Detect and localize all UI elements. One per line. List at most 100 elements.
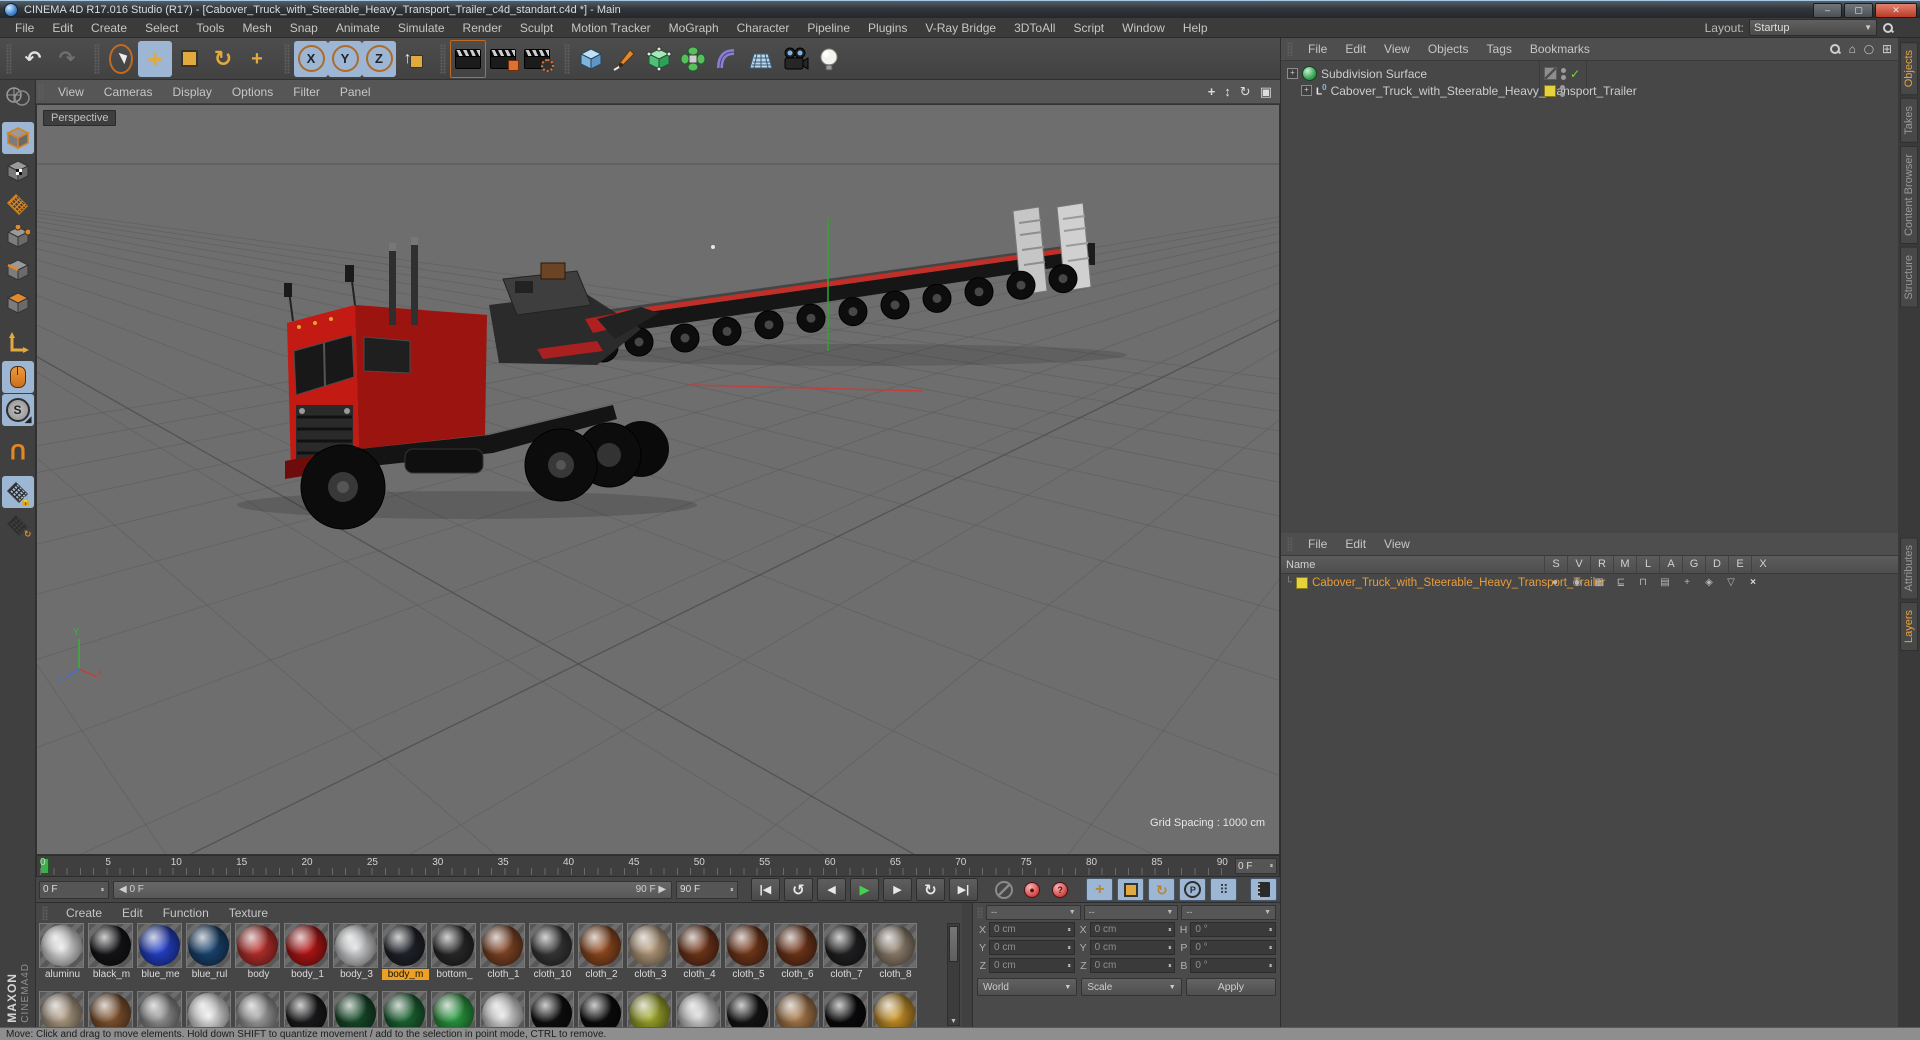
rotation-p-field[interactable]: 0 ° ▲ ▼ <box>1190 940 1277 955</box>
menu-item-plugins[interactable]: Plugins <box>859 19 916 37</box>
render-picture-viewer-icon[interactable] <box>486 41 520 77</box>
menu-item-help[interactable]: Help <box>1174 19 1217 37</box>
record-parameter-icon[interactable]: P <box>1179 878 1207 901</box>
coord-header-2[interactable]: -- ▼ <box>1083 904 1179 920</box>
minimize-button[interactable]: – <box>1813 3 1842 18</box>
enable-axis-mode-icon[interactable] <box>2 328 34 360</box>
material-row2-10[interactable] <box>529 991 576 1028</box>
material-row2-2[interactable] <box>137 991 184 1028</box>
layer-lock-icon[interactable]: ⊓ <box>1632 574 1654 591</box>
next-key-icon[interactable]: ↻ <box>915 878 945 901</box>
record-position-icon[interactable]: + <box>1086 878 1114 901</box>
record-scale-icon[interactable] <box>1117 878 1145 901</box>
play-icon[interactable]: ▶ <box>849 878 879 901</box>
vp-menu-item-cameras[interactable]: Cameras <box>94 83 163 101</box>
position-x-field[interactable]: 0 cm ▲ ▼ <box>989 922 1075 937</box>
material-row2-7[interactable] <box>382 991 429 1028</box>
workplane-mode-icon[interactable] <box>2 188 34 220</box>
layer-expressions-icon[interactable]: ▽ <box>1720 574 1742 591</box>
material-body-1[interactable]: body_1 <box>284 923 331 989</box>
tab-objects[interactable]: Objects <box>1899 42 1919 96</box>
move-tool-icon[interactable]: + <box>138 40 172 77</box>
layer-row[interactable]: └ Cabover_Truck_with_Steerable_Heavy_Tra… <box>1281 574 1898 591</box>
tab-takes[interactable]: Takes <box>1899 98 1919 144</box>
material-cloth-3[interactable]: cloth_3 <box>627 923 674 989</box>
render-tick-icon[interactable] <box>1544 67 1557 80</box>
menu-item-file[interactable]: File <box>6 19 43 37</box>
viewport-rotate-icon[interactable]: ↻ <box>1240 85 1251 98</box>
menu-item-pipeline[interactable]: Pipeline <box>798 19 859 37</box>
enable-snap-icon[interactable]: S ◢ <box>1 394 34 426</box>
material-row2-14[interactable] <box>725 991 772 1028</box>
draw-spline-icon[interactable] <box>608 41 642 77</box>
lock-workplane-icon[interactable]: 🔒 <box>1 476 34 508</box>
object-row-cabover-truck[interactable]: + L0 Cabover_Truck_with_Steerable_Heavy_… <box>1281 82 1898 99</box>
layer-view-icon[interactable]: ◉ <box>1566 574 1588 591</box>
menu-item-simulate[interactable]: Simulate <box>389 19 454 37</box>
material-cloth-10[interactable]: cloth_10 <box>529 923 576 989</box>
add-cube-icon[interactable] <box>574 41 608 77</box>
om-filter-icon[interactable]: ◯ <box>1864 44 1874 55</box>
range-end-field[interactable]: 90 F ▲ ▼ <box>676 880 739 899</box>
om-menu-item-view[interactable]: View <box>1375 40 1419 58</box>
position-z-field[interactable]: 0 cm ▲ ▼ <box>989 958 1075 973</box>
layer-render-icon[interactable]: ▦ <box>1588 574 1610 591</box>
menu-item-select[interactable]: Select <box>136 19 187 37</box>
material-cloth-6[interactable]: cloth_6 <box>774 923 821 989</box>
coordinate-system-icon[interactable]: ↑ <box>396 41 430 77</box>
lm-menu-item-edit[interactable]: Edit <box>1336 535 1375 553</box>
viewport-toggle-icon[interactable]: ▣ <box>1260 85 1272 98</box>
mat-menu-item-edit[interactable]: Edit <box>112 905 153 921</box>
menu-item-create[interactable]: Create <box>82 19 136 37</box>
lm-menu-item-file[interactable]: File <box>1299 535 1336 553</box>
redo-icon[interactable]: ↷ <box>50 41 84 77</box>
timeline-ruler[interactable]: 0 5 10 15 20 25 30 35 40 45 50 55 60 65 70 75 80 85 90 0 F… <box>36 855 1280 877</box>
vp-menu-item-display[interactable]: Display <box>162 83 221 101</box>
expand-icon[interactable]: + <box>1287 68 1298 79</box>
om-menu-item-tags[interactable]: Tags <box>1478 40 1521 58</box>
material-blue-me[interactable]: blue_me <box>137 923 184 989</box>
om-search-icon[interactable] <box>1829 43 1841 55</box>
search-icon[interactable] <box>1882 22 1894 34</box>
record-rotation-icon[interactable]: ↻ <box>1148 878 1176 901</box>
material-bottom[interactable]: bottom_ <box>431 923 478 989</box>
tab-content-browser[interactable]: Content Browser <box>1899 146 1919 244</box>
material-cloth-2[interactable]: cloth_2 <box>578 923 625 989</box>
material-cloth-7[interactable]: cloth_7 <box>823 923 870 989</box>
menu-item-character[interactable]: Character <box>728 19 799 37</box>
coord-header-1[interactable]: -- ▼ <box>986 904 1081 920</box>
material-row2-12[interactable] <box>627 991 674 1028</box>
layout-select[interactable]: Startup ▼ <box>1749 19 1877 36</box>
layer-color-icon[interactable] <box>1544 84 1556 97</box>
layer-animation-icon[interactable]: ▤ <box>1654 574 1676 591</box>
model-mode-icon[interactable] <box>1 122 34 154</box>
recent-tool-icon[interactable]: + <box>240 41 274 77</box>
scale-tool-icon[interactable] <box>172 41 206 77</box>
material-scroll-thumb[interactable] <box>949 926 958 962</box>
menu-item-3dtoall[interactable]: 3DToAll <box>1005 19 1064 37</box>
material-row2-5[interactable] <box>284 991 331 1028</box>
current-frame-field[interactable]: 0 F ▲ ▼ <box>1235 858 1277 874</box>
layer-xref-icon[interactable]: × <box>1742 574 1764 591</box>
vp-menu-item-panel[interactable]: Panel <box>330 83 381 101</box>
frame-range-slider[interactable]: ◀ 0 F 90 F ▶ <box>112 880 673 899</box>
material-cloth-4[interactable]: cloth_4 <box>676 923 723 989</box>
material-cloth-1[interactable]: cloth_1 <box>480 923 527 989</box>
generators-icon[interactable] <box>676 41 710 77</box>
layer-solo-icon[interactable]: ● <box>1544 574 1566 591</box>
keyframe-presets-icon[interactable] <box>1250 878 1277 901</box>
material-row2-17[interactable] <box>872 991 919 1028</box>
om-menu-item-objects[interactable]: Objects <box>1419 40 1478 58</box>
deformers-icon[interactable] <box>710 41 744 77</box>
view-label[interactable]: Perspective <box>43 110 117 126</box>
apply-button[interactable]: Apply <box>1185 978 1276 996</box>
record-keyframe-icon[interactable]: ● <box>1020 879 1044 900</box>
enabled-check-icon[interactable]: ✓ <box>1570 67 1580 81</box>
menu-item-render[interactable]: Render <box>454 19 511 37</box>
viewport-canvas[interactable]: Perspective Y x z Grid Spacing: 1000 cm <box>36 104 1280 855</box>
viewport-zoom-icon[interactable]: ↕ <box>1224 85 1231 98</box>
lock-z-axis-icon[interactable]: Z <box>362 40 396 77</box>
maximize-button[interactable]: ▢ <box>1844 3 1873 18</box>
points-mode-icon[interactable] <box>2 221 34 253</box>
menu-item-window[interactable]: Window <box>1113 19 1174 37</box>
